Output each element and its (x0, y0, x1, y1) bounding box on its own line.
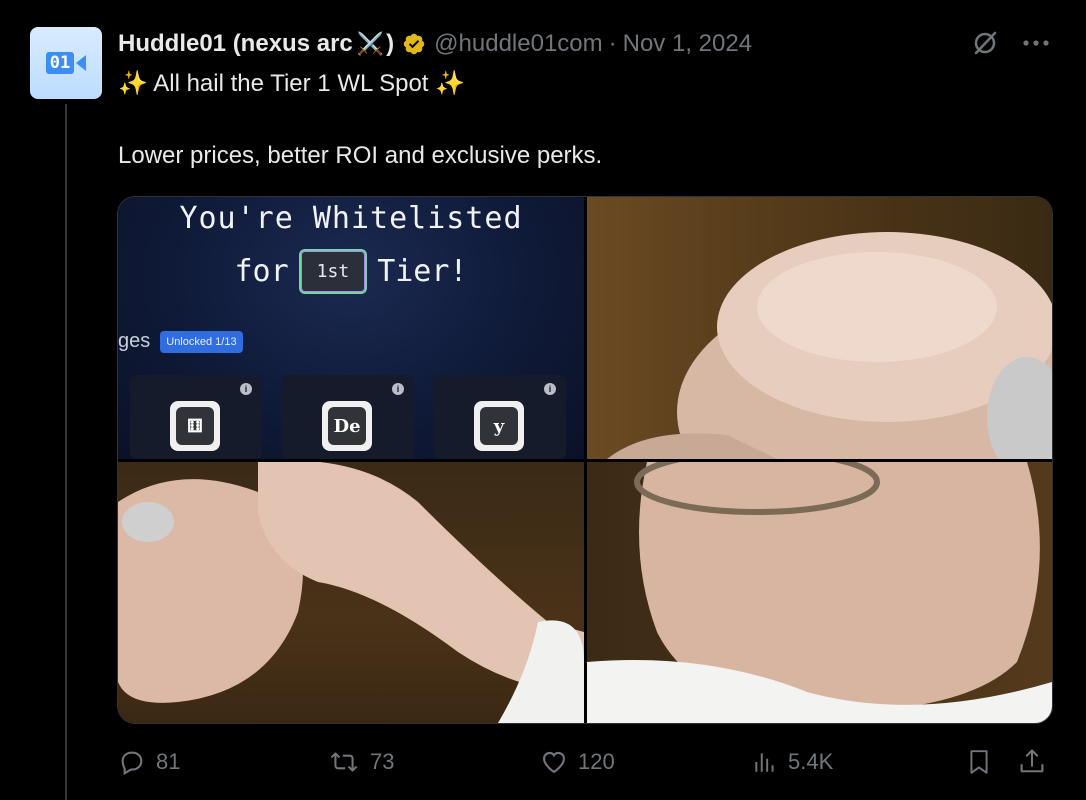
reply-icon (121, 751, 143, 776)
more-options-icon[interactable] (1022, 39, 1050, 47)
view-count: 5.4K (788, 749, 834, 774)
tweet-header: Huddle01 (nexus arc ⚔️ ) @huddle01com · … (118, 26, 752, 62)
badges-label: ges (118, 330, 151, 352)
heart-icon (543, 751, 565, 774)
tweet-line-2: Lower prices, better ROI and exclusive p… (118, 142, 603, 169)
share-icon (1020, 749, 1044, 773)
whitelist-for-text: for (234, 254, 289, 289)
like-button[interactable]: 120 (540, 742, 615, 782)
info-icon: i (240, 383, 252, 395)
media-image-hands[interactable] (118, 462, 584, 723)
grok-icon[interactable] (970, 28, 1000, 58)
sparkles-emoji: ✨ (118, 70, 148, 97)
sparkles-emoji: ✨ (435, 70, 466, 97)
repost-count: 73 (370, 749, 395, 774)
badge-tile-glyph: y (480, 407, 518, 445)
avatar-logo-text: 01 (45, 52, 75, 74)
badge-card: i y (434, 375, 566, 459)
info-icon: i (544, 383, 556, 395)
tweet[interactable]: 01 Huddle01 (nexus arc ⚔️ ) @huddle01com… (0, 0, 1086, 800)
reply-count: 81 (156, 749, 181, 774)
whitelist-tier-text: Tier! (377, 254, 468, 289)
media-image-pope-top[interactable] (587, 197, 1052, 459)
huddle01-logo: 01 (45, 52, 87, 74)
pope-head-illustration (607, 232, 1052, 459)
action-bar: 81 73 120 5.4K (118, 742, 1048, 782)
author-name[interactable]: Huddle01 (nexus arc (118, 30, 353, 58)
badge-tile-glyph: ⚅ (176, 407, 214, 445)
repost-icon (330, 752, 358, 772)
swords-emoji: ⚔️ (356, 31, 385, 56)
media-image-whitelist[interactable]: You're Whitelisted for 1st Tier! ges Unl… (118, 197, 584, 459)
badge-tile-glyph: De (328, 407, 366, 445)
avatar[interactable]: 01 (30, 27, 102, 99)
like-count: 120 (578, 749, 615, 774)
tweet-line-1-text: All hail the Tier 1 WL Spot (153, 70, 429, 97)
badges-row: ges Unlocked 1/13 (118, 330, 243, 353)
repost-button[interactable]: 73 (328, 742, 394, 782)
share-button[interactable] (1018, 742, 1046, 782)
camera-icon (76, 55, 87, 71)
y-badge-icon: y (474, 401, 524, 451)
bookmark-button[interactable] (966, 742, 992, 782)
badge-card: i ⚅ (130, 375, 262, 459)
reply-button[interactable]: 81 (118, 742, 180, 782)
verified-badge-icon[interactable] (402, 32, 426, 56)
whitelist-title: You're Whitelisted (179, 201, 523, 236)
thread-line (65, 104, 67, 800)
tweet-date[interactable]: Nov 1, 2024 (623, 30, 752, 58)
bookmark-icon (970, 750, 988, 774)
analytics-icon (755, 753, 774, 772)
author-name-suffix: ) (386, 30, 395, 57)
info-icon: i (392, 383, 404, 395)
top-actions (970, 28, 1050, 58)
tweet-line-1: ✨ All hail the Tier 1 WL Spot ✨ (118, 66, 1018, 102)
hands-illustration (118, 462, 584, 723)
tier-pill: 1st (298, 249, 368, 294)
pope-face-illustration (587, 462, 1052, 723)
author-handle[interactable]: @huddle01com (434, 30, 602, 58)
badge-card: i De (282, 375, 414, 459)
unlocked-badge: Unlocked 1/13 (160, 330, 243, 353)
tweet-text: ✨ All hail the Tier 1 WL Spot ✨ Lower pr… (118, 66, 1018, 174)
document-badge-icon: ⚅ (170, 401, 220, 451)
media-image-pope-bottom[interactable] (587, 462, 1052, 723)
views-button[interactable]: 5.4K (752, 742, 833, 782)
de-badge-icon: De (322, 401, 372, 451)
whitelist-subtitle: for 1st Tier! (118, 249, 584, 294)
separator-dot: · (608, 30, 617, 57)
media-grid[interactable]: You're Whitelisted for 1st Tier! ges Unl… (117, 196, 1053, 724)
